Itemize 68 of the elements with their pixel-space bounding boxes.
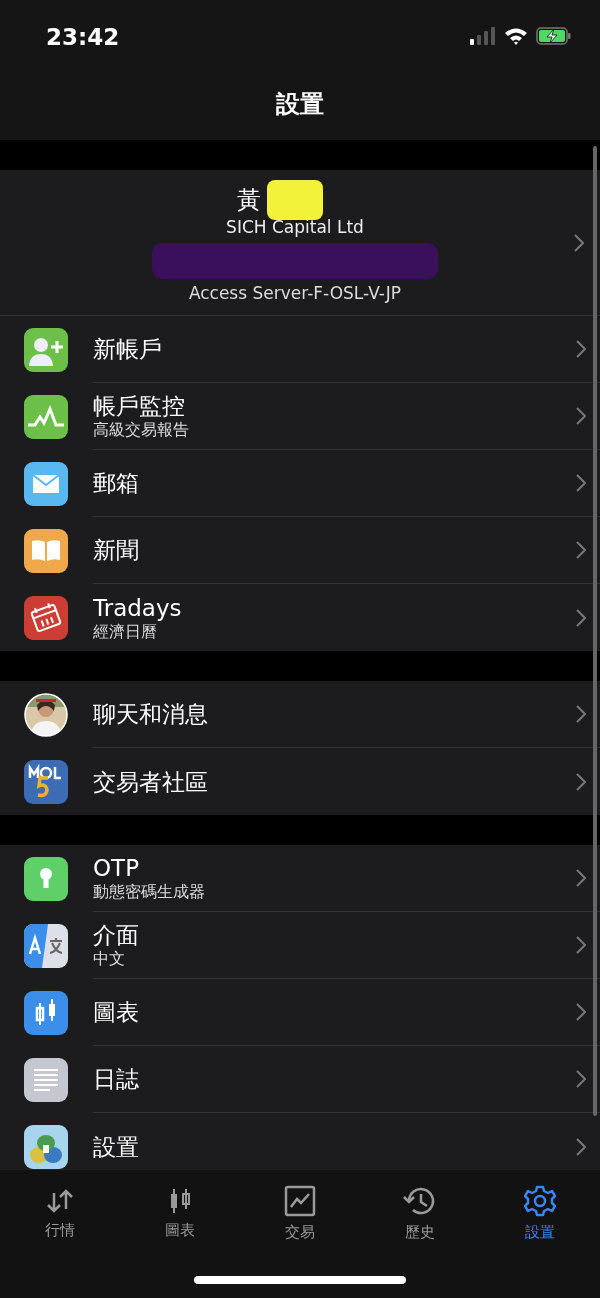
chevron-icon <box>576 340 586 358</box>
battery-icon <box>536 26 572 45</box>
chevron-icon <box>576 705 586 723</box>
chevron-icon <box>576 541 586 559</box>
menu-title: 郵箱 <box>93 469 139 497</box>
menu-row[interactable]: 設置 <box>0 1113 600 1169</box>
text-lines-icon <box>23 1057 68 1102</box>
menu-row[interactable]: 郵箱 <box>0 450 600 517</box>
menu-title: 新帳戶 <box>93 335 162 363</box>
add-user-icon <box>23 327 68 372</box>
account-name: 黃 <box>237 184 261 216</box>
server-name: Access Server-F-OSL-V-JP <box>188 282 402 303</box>
mql-logo-icon <box>23 759 68 804</box>
menu-row[interactable]: 帳戶監控 高級交易報告 <box>0 383 600 450</box>
menu-row[interactable]: 圖表 <box>0 979 600 1046</box>
redaction-mark <box>267 179 323 220</box>
screen-title: 設置 <box>276 88 324 120</box>
chevron-icon <box>576 1070 586 1088</box>
menu-subtitle: 經濟日曆 <box>93 621 158 642</box>
menu-subtitle: 動態密碼生成器 <box>93 882 205 902</box>
menu-subtitle: 中文 <box>93 949 126 969</box>
tab[interactable]: 設置 <box>480 1170 600 1256</box>
chevron-icon <box>574 233 584 252</box>
menu-row[interactable]: 日誌 <box>0 1046 600 1113</box>
settings-icon <box>524 1184 556 1217</box>
tab[interactable]: 歷史 <box>360 1170 480 1256</box>
menu-row[interactable]: 聊天和消息 <box>0 681 600 748</box>
book-icon <box>23 528 68 573</box>
app-logo-icon <box>23 1124 68 1169</box>
menu-title: 介面 <box>93 921 139 949</box>
chevron-icon <box>576 936 586 954</box>
chevron-icon <box>576 1003 586 1021</box>
menu-row[interactable]: 新帳戶 <box>0 316 600 383</box>
tab[interactable]: 行情 <box>0 1170 120 1256</box>
menu-title: 帳戶監控 <box>93 392 186 420</box>
chevron-icon <box>576 1137 586 1156</box>
menu-title: 聊天和消息 <box>93 700 208 728</box>
menu-subtitle: 高級交易報告 <box>93 420 189 440</box>
chevron-icon <box>576 772 586 791</box>
chevron-icon <box>576 474 586 492</box>
menu-row[interactable]: 介面 中文 <box>0 912 600 979</box>
translate-icon <box>23 923 68 968</box>
candlestick-icon <box>23 990 68 1035</box>
menu-row[interactable]: 新聞 <box>0 517 600 584</box>
tab[interactable]: 圖表 <box>120 1170 240 1256</box>
menu-title: OTP <box>93 854 141 882</box>
menu-title: 日誌 <box>93 1065 139 1093</box>
signal-icon <box>470 26 496 45</box>
wifi-icon <box>504 26 528 45</box>
menu-title: 設置 <box>93 1132 139 1161</box>
line-chart-icon <box>284 1184 316 1217</box>
chevron-icon <box>576 407 586 425</box>
calendar-icon <box>23 595 68 640</box>
menu-title: 圖表 <box>93 998 139 1026</box>
menu-row[interactable]: 交易者社區 <box>0 748 600 815</box>
tab[interactable]: 交易 <box>240 1170 360 1256</box>
status-time: 23:42 <box>46 23 120 50</box>
chevron-icon <box>576 869 586 887</box>
menu-title: 新聞 <box>93 536 139 564</box>
account-card[interactable]: 黃 SICH Capital Ltd Access Server-F-OSL-V-JP <box>0 170 600 316</box>
menu-row[interactable]: OTP 動態密碼生成器 <box>0 845 600 912</box>
menu-title: 交易者社區 <box>93 767 208 796</box>
company-name: SICH Capital Ltd <box>226 216 364 237</box>
mail-icon <box>23 461 68 506</box>
chevron-icon <box>576 608 586 627</box>
keyhole-icon <box>23 856 68 901</box>
menu-row[interactable]: Tradays 經濟日曆 <box>0 584 600 651</box>
menu-title: Tradays <box>93 593 182 622</box>
